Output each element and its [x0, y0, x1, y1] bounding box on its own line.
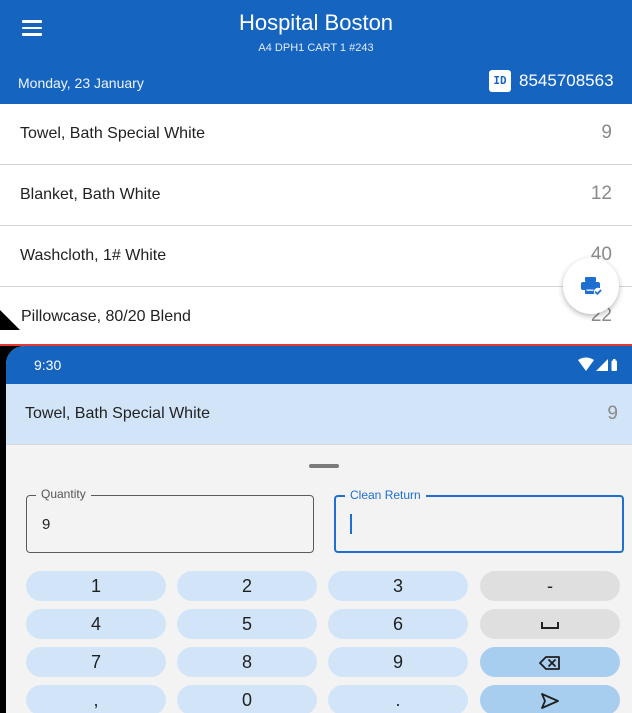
key-2[interactable]: 2	[177, 571, 317, 601]
selected-item-quantity: 9	[607, 403, 618, 424]
wifi-icon	[578, 357, 594, 371]
header-date: Monday, 23 January	[18, 75, 144, 91]
item-quantity: 12	[590, 183, 612, 204]
entry-screen: 9:30 Towel, Bath Special White 9 Quantit…	[6, 346, 632, 713]
key-7[interactable]: 7	[26, 647, 166, 677]
cart-subtitle: A4 DPH1 CART 1 #243	[258, 42, 374, 54]
signal-icon	[596, 359, 608, 371]
app-header: Hospital Boston A4 DPH1 CART 1 #243 Mond…	[0, 0, 632, 104]
clean-return-input[interactable]	[350, 514, 600, 536]
id-number[interactable]: 8545708563	[519, 71, 614, 91]
status-icons	[576, 357, 622, 378]
id-card-icon: ID	[489, 70, 511, 92]
selected-item-name: Towel, Bath Special White	[25, 405, 210, 422]
item-name: Washcloth, 1# White	[20, 247, 167, 264]
space-icon	[541, 622, 559, 630]
sheet-drag-handle[interactable]	[309, 464, 339, 468]
quantity-entry-sheet: Quantity 9 Clean Return 1 2 3 - 4 5 6 7 …	[6, 444, 632, 713]
item-name: Blanket, Bath White	[20, 186, 161, 203]
key-0[interactable]: 0	[177, 685, 317, 713]
key-minus[interactable]: -	[480, 571, 620, 601]
print-check-icon	[581, 277, 603, 297]
item-quantity: 9	[601, 122, 612, 143]
key-comma[interactable]: ,	[26, 685, 166, 713]
key-dot[interactable]: .	[328, 685, 468, 713]
list-item[interactable]: Towel, Bath Special White 9	[0, 104, 632, 165]
battery-icon	[611, 359, 617, 371]
item-list: Towel, Bath Special White 9 Blanket, Bat…	[0, 104, 632, 342]
key-4[interactable]: 4	[26, 609, 166, 639]
status-bar: 9:30	[6, 346, 632, 384]
list-item[interactable]: Blanket, Bath White 12	[0, 165, 632, 226]
print-fab-button[interactable]	[563, 258, 619, 314]
device-frame: 9:30 Towel, Bath Special White 9 Quantit…	[0, 344, 632, 713]
selected-item-row[interactable]: Towel, Bath Special White 9	[6, 384, 632, 444]
quantity-field[interactable]: Quantity 9	[26, 487, 314, 553]
key-6[interactable]: 6	[328, 609, 468, 639]
key-backspace[interactable]	[480, 647, 620, 677]
key-5[interactable]: 5	[177, 609, 317, 639]
device-corner	[0, 310, 20, 330]
key-3[interactable]: 3	[328, 571, 468, 601]
app-title: Hospital Boston	[238, 10, 394, 35]
key-space[interactable]	[480, 609, 620, 639]
list-item[interactable]: Washcloth, 1# White 40	[0, 226, 632, 287]
item-name: Pillowcase, 80/20 Blend	[21, 308, 191, 325]
send-icon	[541, 693, 559, 710]
text-cursor	[350, 514, 352, 534]
backspace-icon	[539, 656, 560, 671]
cart-screen: Hospital Boston A4 DPH1 CART 1 #243 Mond…	[0, 0, 632, 342]
clean-return-label: Clean Return	[345, 488, 426, 502]
key-send[interactable]	[480, 685, 620, 713]
clean-return-field[interactable]: Clean Return	[334, 488, 624, 553]
status-time: 9:30	[34, 357, 62, 373]
key-1[interactable]: 1	[26, 571, 166, 601]
quantity-value: 9	[42, 516, 51, 533]
key-8[interactable]: 8	[177, 647, 317, 677]
list-item[interactable]: Pillowcase, 80/20 Blend 22	[0, 287, 632, 342]
quantity-label: Quantity	[36, 487, 91, 501]
item-name: Towel, Bath Special White	[20, 125, 205, 142]
key-9[interactable]: 9	[328, 647, 468, 677]
